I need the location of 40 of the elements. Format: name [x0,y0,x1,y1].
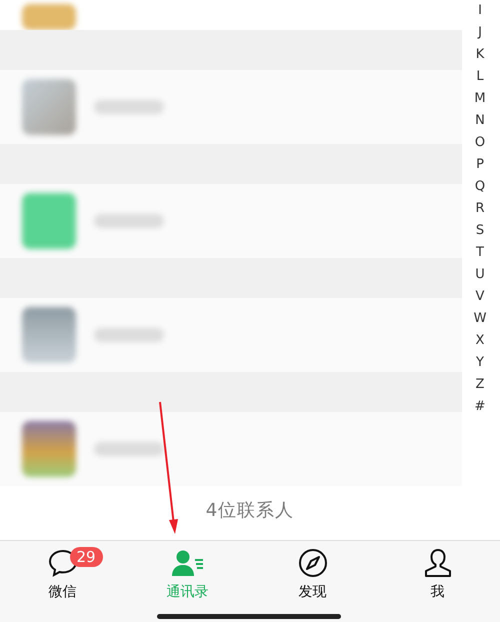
index-letter[interactable]: N [475,110,485,132]
index-letter[interactable]: # [474,396,486,418]
avatar-placeholder [22,421,76,477]
avatar-placeholder [22,307,76,363]
index-letter[interactable]: L [476,66,484,88]
contact-count: 4位联系人 [206,499,294,522]
index-letter[interactable]: J [478,22,482,44]
index-letter[interactable]: I [478,0,482,22]
index-letter[interactable]: R [475,198,485,220]
index-letter[interactable]: Z [476,374,484,396]
tab[interactable]: 29 微信 [0,547,125,601]
contact-row[interactable] [0,70,462,144]
contacts-icon [170,549,204,577]
index-letter[interactable]: S [476,220,484,242]
avatar-placeholder [22,79,76,135]
index-letter[interactable]: X [476,330,484,352]
blurred-name [94,214,164,228]
index-letter[interactable]: U [475,264,485,286]
index-letter[interactable]: T [476,242,484,264]
index-letter[interactable]: Q [474,176,486,198]
blurred-name [94,100,164,114]
index-letter[interactable]: P [476,154,484,176]
avatar-placeholder [22,193,76,249]
index-letter[interactable]: K [476,44,484,66]
index-letter[interactable]: M [474,88,486,110]
tab[interactable]: 发现 [250,547,375,601]
blurred-name [94,328,164,342]
unread-badge: 29 [70,547,103,567]
contact-row[interactable] [0,412,462,486]
index-letter[interactable]: Y [476,352,484,374]
person-icon [424,548,452,578]
contact-row[interactable] [0,298,462,372]
avatar-placeholder [22,4,76,30]
index-letter[interactable]: O [474,132,486,154]
index-letter[interactable]: W [474,308,486,330]
index-letter[interactable]: V [476,286,484,308]
blurred-name [94,442,164,456]
contact-row[interactable] [0,184,462,258]
tab[interactable]: 我 [375,547,500,601]
compass-icon [298,548,328,578]
